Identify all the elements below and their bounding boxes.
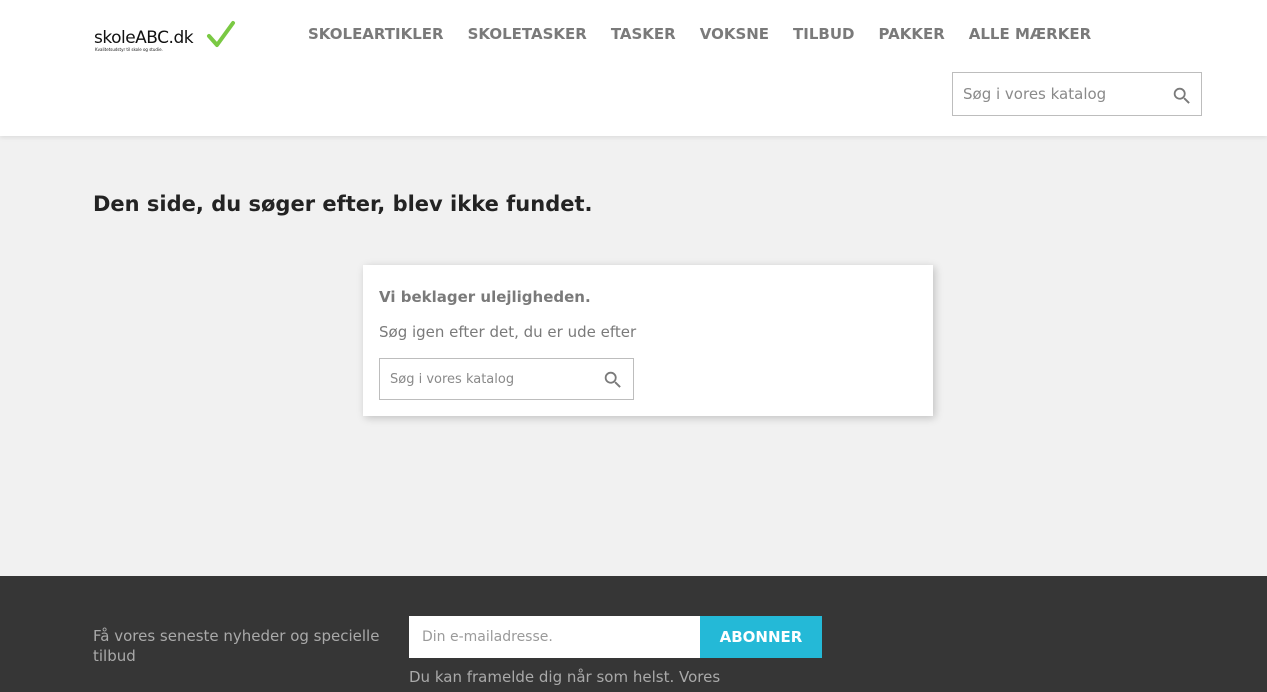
checkmark-icon <box>207 21 235 47</box>
card-text: Søg igen efter det, du er ude efter <box>379 323 637 341</box>
header-search-input[interactable] <box>953 73 1163 115</box>
logo-tagline: Kvalitetsudstyr til skole og studie. <box>95 47 163 52</box>
card-search <box>379 358 634 400</box>
nav-item-alle-maerker[interactable]: ALLE MÆRKER <box>957 23 1103 45</box>
logo-text: skoleABC.dk <box>94 28 194 48</box>
nav-item-tasker[interactable]: TASKER <box>599 23 688 45</box>
nav-item-voksne[interactable]: VOKSNE <box>688 23 781 45</box>
page-title: Den side, du søger efter, blev ikke fund… <box>93 192 593 216</box>
header-search <box>952 72 1202 116</box>
nav-item-skoleartikler[interactable]: SKOLEARTIKLER <box>296 23 456 45</box>
nav-item-pakker[interactable]: PAKKER <box>866 23 956 45</box>
not-found-card: Vi beklager ulejligheden. Søg igen efter… <box>363 265 933 416</box>
card-heading: Vi beklager ulejligheden. <box>379 288 591 306</box>
email-field[interactable] <box>409 616 700 658</box>
nav-item-tilbud[interactable]: TILBUD <box>781 23 866 45</box>
newsletter-note: Du kan framelde dig når som helst. Vores <box>409 668 721 686</box>
newsletter-text: Få vores seneste nyheder og specielle ti… <box>93 627 380 665</box>
site-header: skoleABC.dk Kvalitetsudstyr til skole og… <box>0 0 1267 136</box>
subscribe-button[interactable]: ABONNER <box>700 616 822 658</box>
search-icon[interactable] <box>1171 85 1193 107</box>
nav-item-skoletasker[interactable]: SKOLETASKER <box>456 23 599 45</box>
site-logo[interactable]: skoleABC.dk Kvalitetsudstyr til skole og… <box>94 20 240 54</box>
search-icon[interactable] <box>602 369 624 391</box>
site-footer: Få vores seneste nyheder og specielle ti… <box>0 576 1267 692</box>
main-nav: SKOLEARTIKLER SKOLETASKER TASKER VOKSNE … <box>296 23 1103 45</box>
card-search-input[interactable] <box>380 359 595 399</box>
